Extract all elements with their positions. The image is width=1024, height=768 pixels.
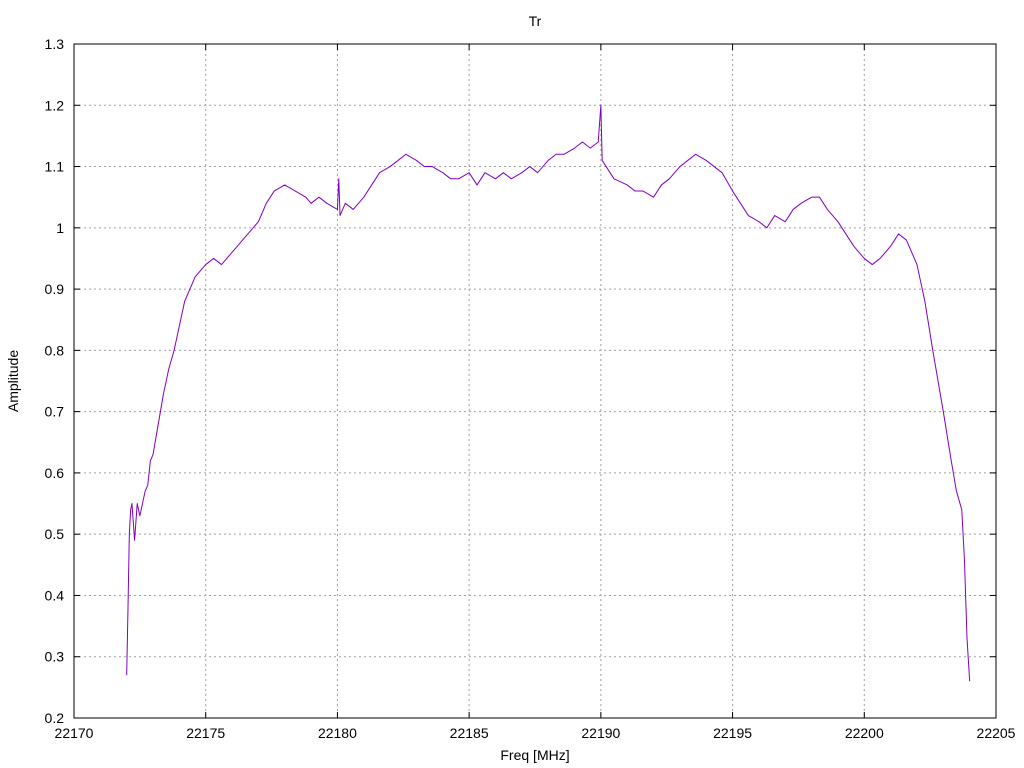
series-layer (126, 104, 971, 682)
line-chart: 22170 22175 22180 22185 22190 22195 22200 22205… (5, 13, 1016, 763)
x-tick-label: 22180 (318, 725, 357, 741)
x-tick-label: 22195 (713, 725, 752, 741)
x-tick-label: 22185 (450, 725, 489, 741)
grid-lines (74, 44, 996, 718)
y-tick-label: 0.8 (45, 342, 65, 358)
x-axis-title: Freq [MHz] (500, 747, 569, 763)
plot-frame (73, 43, 997, 719)
y-tick-label: 0.5 (45, 526, 65, 542)
y-tick-label: 0.6 (45, 465, 65, 481)
x-tick-label: 22200 (845, 725, 884, 741)
y-tick-label: 1.2 (45, 97, 65, 113)
x-tick-label: 22190 (581, 725, 620, 741)
y-tick-label: 1.1 (45, 159, 65, 175)
y-tick-label: 0.3 (45, 649, 65, 665)
y-tick-label: 0.4 (45, 587, 65, 603)
y-tick-label: 1 (56, 220, 64, 236)
y-axis-title: Amplitude (5, 350, 21, 412)
y-tick-label: 0.2 (45, 710, 65, 726)
tick-labels: 22170 22175 22180 22185 22190 22195 22200 22205… (45, 36, 1016, 741)
y-tick-label: 0.7 (45, 404, 65, 420)
y-tick-label: 0.9 (45, 281, 65, 297)
x-tick-label: 22175 (186, 725, 225, 741)
x-tick-label: 22205 (977, 725, 1016, 741)
axis-ticks (73, 43, 997, 719)
y-tick-label: 1.3 (45, 36, 65, 52)
chart-title: Tr (529, 13, 542, 29)
x-tick-label: 22170 (55, 725, 94, 741)
series-line (126, 104, 971, 682)
